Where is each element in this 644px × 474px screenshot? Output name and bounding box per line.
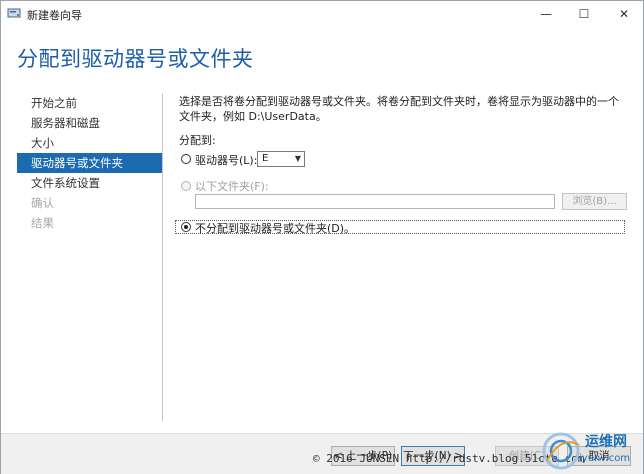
browse-button[interactable]: 浏览(B)... — [562, 193, 627, 210]
disk-volume-icon — [7, 8, 21, 18]
folder-label: 以下文件夹(F): — [195, 180, 269, 193]
nav-step-confirmation: 确认 — [31, 196, 54, 210]
nav-step-drive-letter[interactable]: 驱动器号或文件夹 — [17, 153, 162, 173]
window-title: 新建卷向导 — [27, 9, 82, 22]
drive-letter-select[interactable]: E ▼ — [257, 151, 305, 167]
assign-to-label: 分配到: — [179, 134, 216, 147]
drive-letter-value: E — [262, 153, 269, 164]
chevron-down-icon: ▼ — [294, 154, 301, 163]
wizard-window: 新建卷向导 — ☐ ✕ 分配到驱动器号或文件夹 开始之前 服务器和磁盘 大小 驱… — [0, 0, 644, 474]
drive-letter-label: 驱动器号(L): — [195, 154, 258, 167]
no-assign-label: 不分配到驱动器号或文件夹(D)。 — [195, 222, 356, 235]
folder-radio[interactable] — [181, 181, 191, 191]
logo-domain: iyunv.com — [579, 453, 631, 464]
content-panel: 选择是否将卷分配到驱动器号或文件夹。将卷分配到文件夹时，卷将显示为驱动器中的一个… — [175, 94, 629, 235]
description-text: 选择是否将卷分配到驱动器号或文件夹。将卷分配到文件夹时，卷将显示为驱动器中的一个… — [179, 95, 619, 123]
logo-name: 运维网 — [585, 434, 627, 450]
folder-path-input[interactable] — [195, 194, 555, 209]
title-bar: 新建卷向导 — ☐ ✕ — [1, 1, 643, 27]
nav-step-before-you-begin[interactable]: 开始之前 — [17, 93, 162, 113]
nav-step-file-system[interactable]: 文件系统设置 — [17, 173, 162, 193]
page-heading: 分配到驱动器号或文件夹 — [17, 47, 254, 71]
no-assign-radio[interactable] — [181, 222, 191, 232]
drive-letter-radio[interactable] — [181, 154, 191, 164]
nav-divider — [162, 93, 163, 421]
minimize-button[interactable]: — — [529, 1, 563, 27]
nav-step-size[interactable]: 大小 — [17, 133, 162, 153]
wizard-steps-nav: 开始之前 服务器和磁盘 大小 驱动器号或文件夹 文件系统设置 确认 结果 — [17, 93, 162, 233]
nav-step-server-disk[interactable]: 服务器和磁盘 — [17, 113, 162, 133]
close-button[interactable]: ✕ — [607, 1, 641, 27]
maximize-button[interactable]: ☐ — [567, 1, 601, 27]
nav-step-results: 结果 — [31, 216, 54, 230]
